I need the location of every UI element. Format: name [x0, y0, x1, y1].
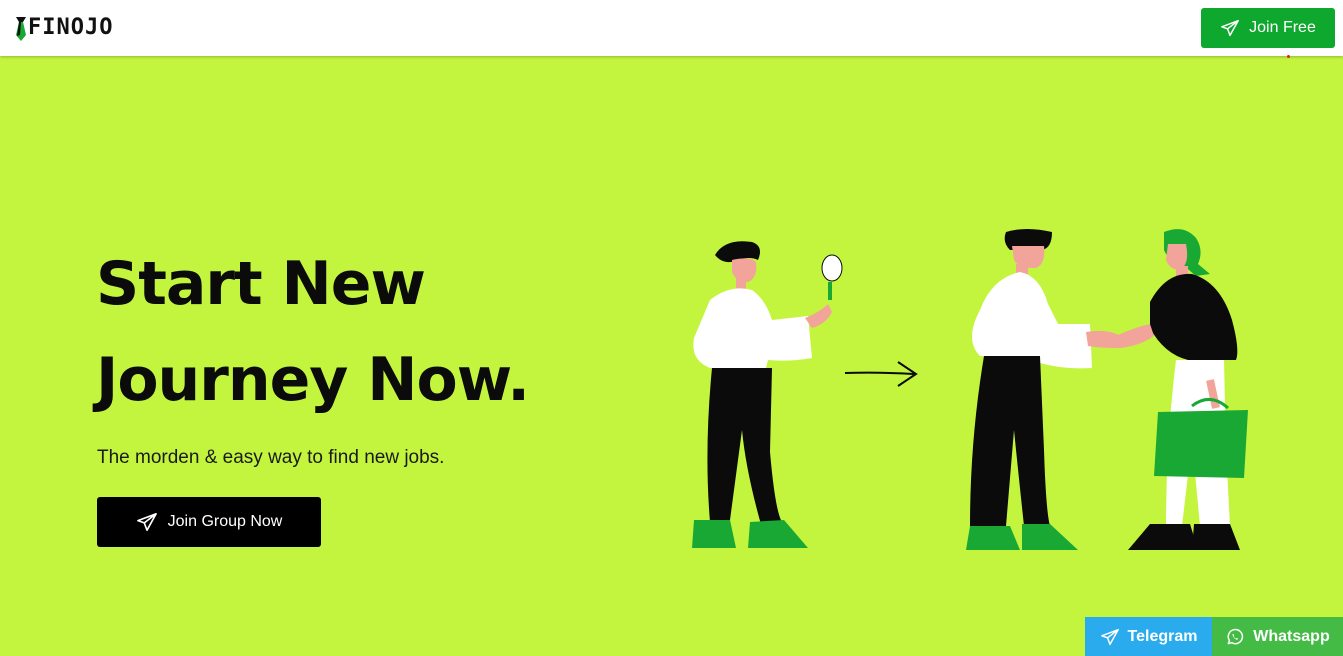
telegram-label: Telegram [1127, 627, 1198, 645]
paper-plane-icon [1100, 628, 1120, 646]
job-search-illustration [692, 229, 1248, 550]
top-nav-bar: FINOJO Join Free [0, 0, 1343, 56]
paper-plane-icon [136, 512, 158, 532]
join-group-label: Join Group Now [167, 513, 283, 530]
arrow-right-icon [844, 361, 918, 387]
paper-plane-icon [1220, 19, 1240, 37]
join-free-button[interactable]: Join Free [1201, 8, 1335, 48]
hero-title-line1: Start New [96, 249, 426, 319]
telegram-button[interactable]: Telegram [1085, 617, 1212, 656]
tie-logo-icon [16, 17, 26, 41]
join-free-label: Join Free [1249, 19, 1316, 36]
hero-title-line2: Journey Now. [96, 345, 530, 415]
red-dot-marker [1287, 55, 1290, 58]
whatsapp-icon [1225, 627, 1245, 647]
person-searching-figure [692, 241, 843, 548]
hero-subtitle: The morden & easy way to find new jobs. [97, 447, 445, 468]
site-logo[interactable]: FINOJO [14, 14, 113, 42]
person-handshake-figure [966, 229, 1124, 550]
whatsapp-label: Whatsapp [1253, 627, 1330, 645]
logo-text: FINOJO [28, 15, 114, 40]
whatsapp-button[interactable]: Whatsapp [1212, 617, 1343, 656]
hero-title: Start New Journey Now. [96, 236, 616, 428]
join-group-button[interactable]: Join Group Now [97, 497, 321, 547]
person-woman-figure [1116, 229, 1248, 550]
